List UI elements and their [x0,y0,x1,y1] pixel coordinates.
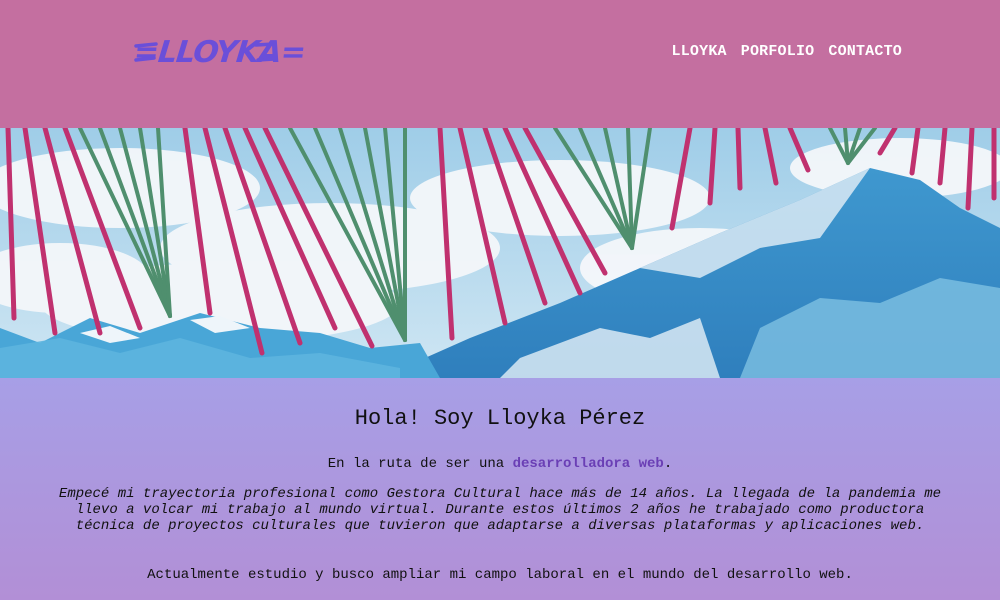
about-section: Hola! Soy Lloyka Pérez En la ruta de ser… [0,378,1000,600]
desarrolladora-web-link[interactable]: desarrolladora web [513,456,664,472]
current-status-text: Actualmente estudio y busco ampliar mi c… [147,567,853,583]
intro-line: En la ruta de ser una desarrolladora web… [0,456,1000,472]
logo-text: =LLOYKA= [132,35,307,70]
intro-prefix: En la ruta de ser una [327,456,505,472]
nav-link-lloyka[interactable]: LLOYKA [672,43,727,60]
site-header: =LLOYKA= LLOYKA PORFOLIO CONTACTO [0,0,1000,128]
stitched-mountain-illustration [0,128,1000,378]
hero-image [0,128,1000,378]
bio-paragraph: Empecé mi trayectoria profesional como G… [58,486,942,534]
page-title: Hola! Soy Lloyka Pérez [354,406,646,431]
nav-link-contacto[interactable]: CONTACTO [828,43,902,60]
intro-suffix: . [663,456,673,472]
main-nav: LLOYKA PORFOLIO CONTACTO [672,43,902,60]
nav-link-porfolio[interactable]: PORFOLIO [741,43,815,60]
site-logo[interactable]: =LLOYKA= [132,35,307,70]
